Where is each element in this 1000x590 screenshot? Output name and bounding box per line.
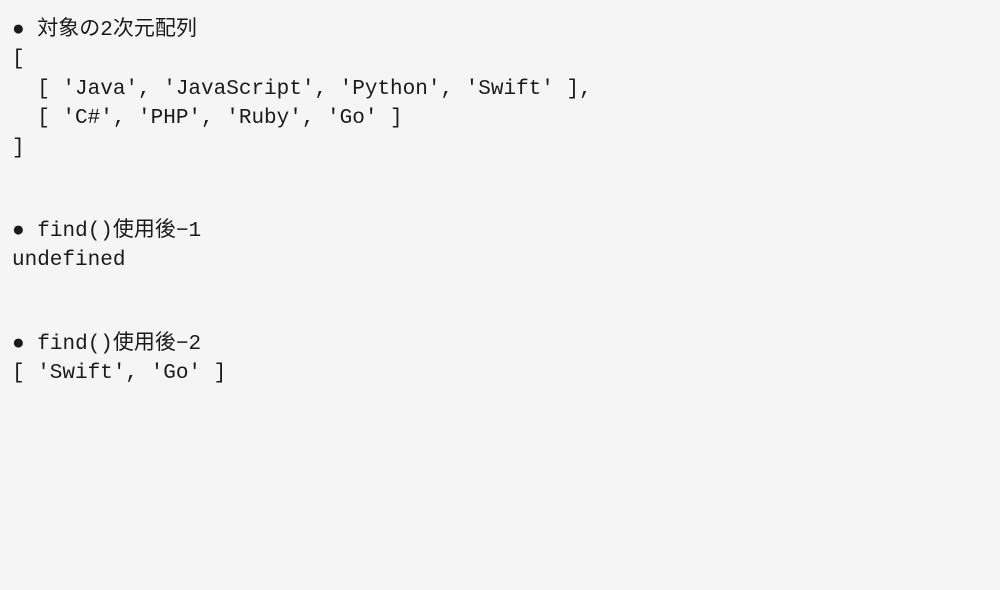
bullet-icon: ● [12, 218, 25, 241]
heading-text: find()使用後−1 [25, 220, 201, 243]
bullet-icon: ● [12, 17, 25, 40]
section-target-array: ● 対象の2次元配列 [ [ 'Java', 'JavaScript', 'Py… [12, 14, 988, 163]
heading-text: find()使用後−2 [25, 333, 201, 356]
heading-text: 対象の2次元配列 [25, 19, 197, 42]
content-find-1: undefined [12, 246, 988, 275]
content-target-array: [ [ 'Java', 'JavaScript', 'Python', 'Swi… [12, 45, 988, 163]
heading-find-2: ● find()使用後−2 [12, 328, 988, 359]
section-find-1: ● find()使用後−1 undefined [12, 215, 988, 276]
content-find-2: [ 'Swift', 'Go' ] [12, 359, 988, 388]
bullet-icon: ● [12, 331, 25, 354]
heading-target-array: ● 対象の2次元配列 [12, 14, 988, 45]
section-find-2: ● find()使用後−2 [ 'Swift', 'Go' ] [12, 328, 988, 389]
heading-find-1: ● find()使用後−1 [12, 215, 988, 246]
